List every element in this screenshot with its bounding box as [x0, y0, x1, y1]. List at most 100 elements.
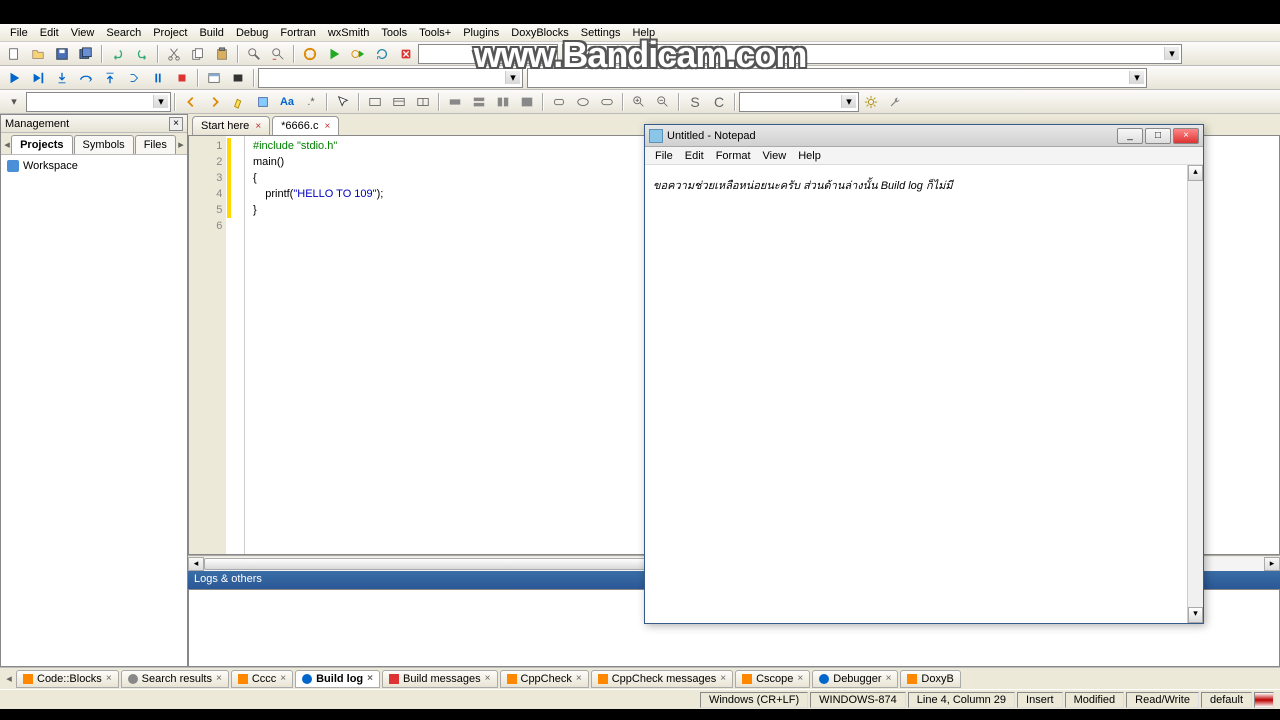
debug-windows-icon[interactable]: [203, 68, 225, 88]
menu-edit[interactable]: Edit: [34, 25, 65, 41]
rect1-icon[interactable]: [364, 92, 386, 112]
maximize-icon[interactable]: □: [1145, 128, 1171, 144]
build-target-combo[interactable]: ▾: [418, 44, 558, 64]
c-letter-icon[interactable]: C: [708, 92, 730, 112]
btab-cppcheck[interactable]: CppCheck×: [500, 670, 589, 688]
wrench-icon[interactable]: [884, 92, 906, 112]
close-icon[interactable]: ×: [886, 673, 892, 684]
scroll-right-icon[interactable]: ▸: [1264, 557, 1280, 571]
block2-icon[interactable]: [468, 92, 490, 112]
copy-icon[interactable]: [187, 44, 209, 64]
menu-project[interactable]: Project: [147, 25, 193, 41]
compiler-combo[interactable]: ▾: [258, 68, 523, 88]
notepad-textarea[interactable]: ขอความช่วยเหลือหน่อยนะครับ ส่วนด้านล่างน…: [645, 165, 1203, 605]
tab-projects[interactable]: Projects: [11, 135, 72, 154]
btab-search[interactable]: Search results×: [121, 670, 229, 688]
tool-combo[interactable]: ▾: [739, 92, 859, 112]
zoom-in-icon[interactable]: [628, 92, 650, 112]
close-icon[interactable]: ×: [1173, 128, 1199, 144]
btab-doxyb[interactable]: DoxyB: [900, 670, 960, 688]
info-icon[interactable]: [227, 68, 249, 88]
close-icon[interactable]: ×: [797, 673, 803, 684]
close-icon[interactable]: ×: [280, 673, 286, 684]
s-letter-icon[interactable]: S: [684, 92, 706, 112]
shape1-icon[interactable]: [548, 92, 570, 112]
step-into-icon[interactable]: [51, 68, 73, 88]
tab-scroll-left-icon[interactable]: ◂: [3, 137, 11, 153]
rect3-icon[interactable]: [412, 92, 434, 112]
tab-symbols[interactable]: Symbols: [74, 135, 134, 154]
new-file-icon[interactable]: [3, 44, 25, 64]
menu-build[interactable]: Build: [193, 25, 229, 41]
tree-root-item[interactable]: Workspace: [5, 159, 183, 173]
menu-wxsmith[interactable]: wxSmith: [322, 25, 376, 41]
tab-scroll-right-icon[interactable]: ▸: [177, 137, 185, 153]
menu-plugins[interactable]: Plugins: [457, 25, 505, 41]
close-icon[interactable]: ×: [367, 673, 373, 684]
save-icon[interactable]: [51, 44, 73, 64]
tab-6666c[interactable]: *6666.c ×: [272, 116, 339, 135]
run-to-cursor-icon[interactable]: [27, 68, 49, 88]
abort-icon[interactable]: [395, 44, 417, 64]
highlight-icon[interactable]: [228, 92, 250, 112]
lang-flag-icon[interactable]: [1254, 692, 1274, 708]
paste-icon[interactable]: [211, 44, 233, 64]
rebuild-icon[interactable]: [371, 44, 393, 64]
btab-buildmsg[interactable]: Build messages×: [382, 670, 498, 688]
minimize-icon[interactable]: _: [1117, 128, 1143, 144]
close-tab-icon[interactable]: ×: [324, 121, 330, 132]
case-icon[interactable]: Aa: [276, 92, 298, 112]
scroll-left-icon[interactable]: ◂: [188, 557, 204, 571]
undo-icon[interactable]: [107, 44, 129, 64]
notepad-vscrollbar[interactable]: ▴ ▾: [1187, 165, 1203, 623]
np-menu-help[interactable]: Help: [792, 148, 827, 164]
btab-buildlog[interactable]: Build log×: [295, 670, 380, 688]
np-menu-edit[interactable]: Edit: [679, 148, 710, 164]
btab-codeblocks[interactable]: Code::Blocks×: [16, 670, 119, 688]
redo-icon[interactable]: [131, 44, 153, 64]
find-icon[interactable]: [243, 44, 265, 64]
step-over-icon[interactable]: [75, 68, 97, 88]
nav-fwd-icon[interactable]: [204, 92, 226, 112]
build-icon[interactable]: [299, 44, 321, 64]
np-menu-file[interactable]: File: [649, 148, 679, 164]
btab-cppcheckmsg[interactable]: CppCheck messages×: [591, 670, 733, 688]
search-combo[interactable]: ▾: [562, 44, 1182, 64]
debug-start-icon[interactable]: [3, 68, 25, 88]
btab-cscope[interactable]: Cscope×: [735, 670, 810, 688]
dropdown-icon[interactable]: ▾: [3, 92, 25, 112]
tab-files[interactable]: Files: [135, 135, 176, 154]
np-menu-view[interactable]: View: [757, 148, 793, 164]
menu-help[interactable]: Help: [626, 25, 661, 41]
run-icon[interactable]: [323, 44, 345, 64]
np-menu-format[interactable]: Format: [710, 148, 757, 164]
close-icon[interactable]: ×: [485, 673, 491, 684]
scroll-down-icon[interactable]: ▾: [1188, 607, 1203, 623]
btab-debugger[interactable]: Debugger×: [812, 670, 898, 688]
menu-file[interactable]: File: [4, 25, 34, 41]
replace-icon[interactable]: [267, 44, 289, 64]
zoom-out-icon[interactable]: [652, 92, 674, 112]
close-icon[interactable]: ×: [720, 673, 726, 684]
rect2-icon[interactable]: [388, 92, 410, 112]
block1-icon[interactable]: [444, 92, 466, 112]
small-combo[interactable]: ▾: [26, 92, 171, 112]
close-icon[interactable]: ×: [576, 673, 582, 684]
close-panel-icon[interactable]: ×: [169, 117, 183, 131]
save-all-icon[interactable]: [75, 44, 97, 64]
cut-icon[interactable]: [163, 44, 185, 64]
menu-view[interactable]: View: [65, 25, 101, 41]
menu-fortran[interactable]: Fortran: [274, 25, 321, 41]
tab-start-here[interactable]: Start here ×: [192, 116, 270, 135]
nav-back-icon[interactable]: [180, 92, 202, 112]
menu-settings[interactable]: Settings: [575, 25, 627, 41]
menu-search[interactable]: Search: [100, 25, 147, 41]
stop-debug-icon[interactable]: [171, 68, 193, 88]
project-tree[interactable]: Workspace: [1, 155, 187, 666]
function-combo[interactable]: ▾: [527, 68, 1147, 88]
gear-icon[interactable]: [860, 92, 882, 112]
shape3-icon[interactable]: [596, 92, 618, 112]
scroll-up-icon[interactable]: ▴: [1188, 165, 1203, 181]
menu-doxyblocks[interactable]: DoxyBlocks: [505, 25, 574, 41]
shape2-icon[interactable]: [572, 92, 594, 112]
